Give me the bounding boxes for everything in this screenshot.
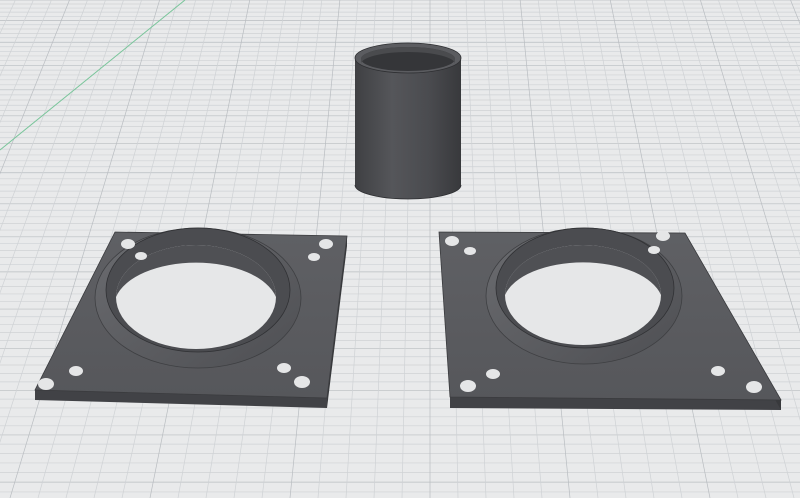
flange-plate-left[interactable] <box>34 227 348 408</box>
scene-canvas[interactable] <box>0 0 800 498</box>
flange-plate-right[interactable] <box>438 227 782 410</box>
tube[interactable] <box>354 42 462 200</box>
3d-viewport[interactable] <box>0 0 800 498</box>
